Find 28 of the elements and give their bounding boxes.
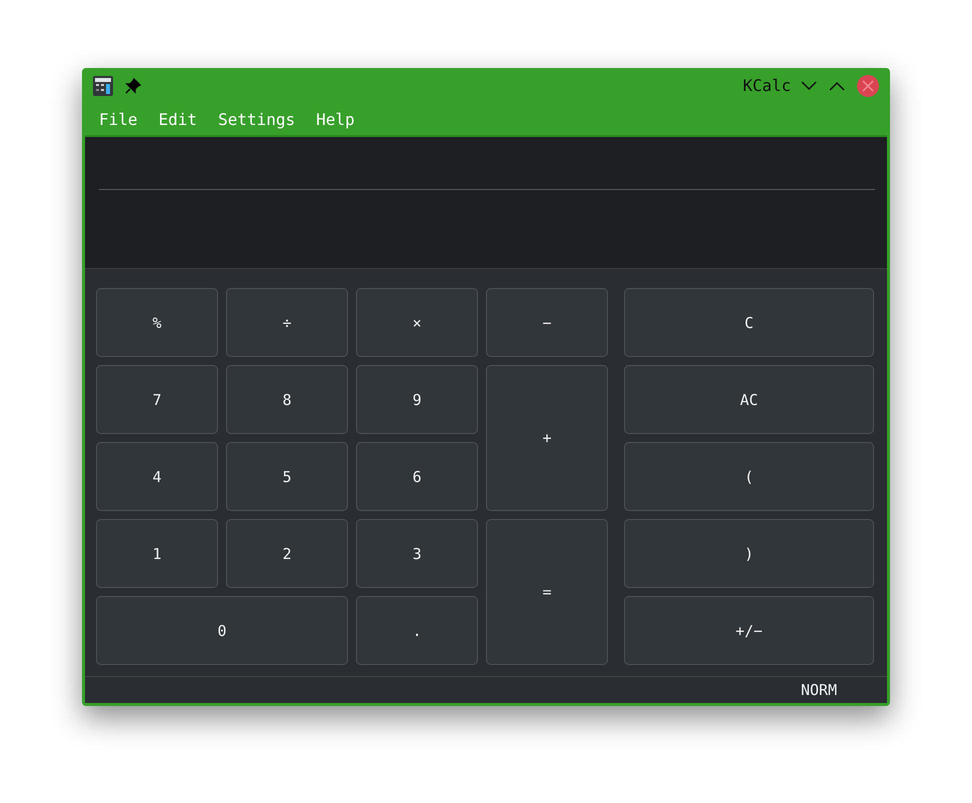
calculator-key[interactable]: × (356, 288, 478, 357)
calculator-key[interactable]: 6 (356, 442, 478, 511)
calculator-key[interactable]: 2 (226, 519, 348, 588)
calculator-icon (93, 76, 113, 96)
function-key[interactable]: C (624, 288, 874, 357)
calculator-key[interactable]: % (96, 288, 218, 357)
pin-icon[interactable] (125, 78, 141, 94)
calculator-key[interactable]: 0 (96, 596, 348, 665)
calculator-key[interactable]: 8 (226, 365, 348, 434)
window-title: KCalc (742, 76, 791, 95)
calculator-key[interactable]: 1 (96, 519, 218, 588)
calculator-key[interactable]: 5 (226, 442, 348, 511)
calculator-key[interactable]: = (486, 519, 608, 665)
calculator-key[interactable]: 4 (96, 442, 218, 511)
mode-indicator: NORM (800, 681, 837, 699)
function-key[interactable]: ( (624, 442, 874, 511)
function-key[interactable]: AC (624, 365, 874, 434)
calculator-key[interactable]: 3 (356, 519, 478, 588)
calculator-key[interactable]: . (356, 596, 478, 665)
maximize-icon[interactable] (829, 80, 845, 90)
calculator-key[interactable]: 9 (356, 365, 478, 434)
function-key[interactable]: ) (624, 519, 874, 588)
calculator-key[interactable]: − (486, 288, 608, 357)
calculator-key[interactable]: 7 (96, 365, 218, 434)
function-key[interactable]: +/− (624, 596, 874, 665)
calculator-key[interactable]: + (486, 365, 608, 511)
calculator-key[interactable]: ÷ (226, 288, 348, 357)
minimize-icon[interactable] (801, 80, 817, 90)
